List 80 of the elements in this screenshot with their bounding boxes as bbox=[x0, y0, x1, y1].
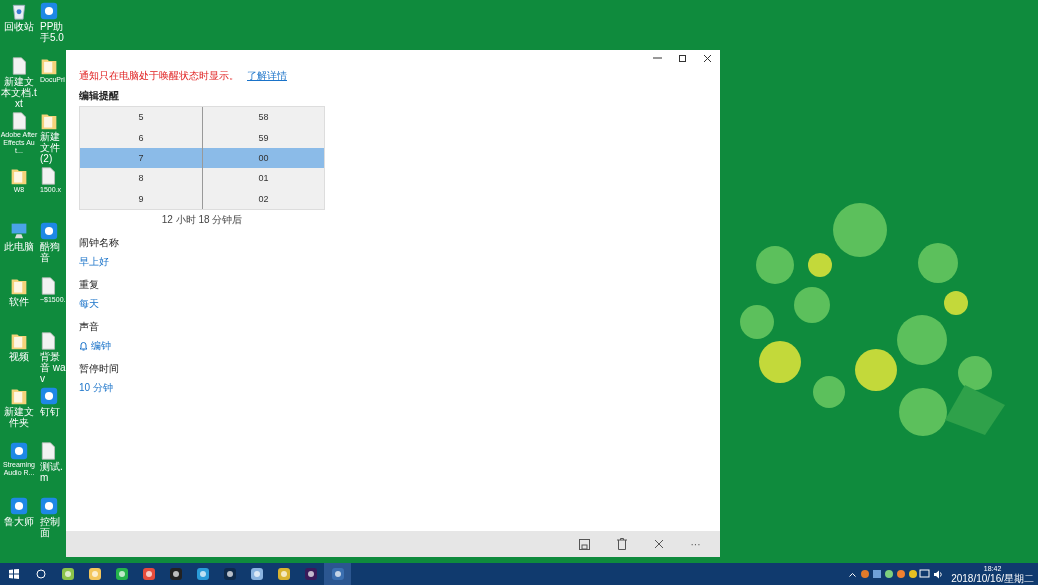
field-label: 声音 bbox=[79, 320, 99, 334]
icon-label: 控制面 bbox=[40, 516, 61, 538]
file-icon bbox=[40, 442, 56, 460]
field-value-link[interactable]: 早上好 bbox=[79, 255, 109, 269]
app-icon bbox=[142, 568, 155, 580]
icon-label: 背景音 wav bbox=[40, 351, 66, 384]
more-button[interactable]: ··· bbox=[677, 531, 714, 557]
minute-option[interactable]: 58 bbox=[203, 107, 324, 128]
app-icon bbox=[304, 568, 317, 580]
icon-label: 软件 bbox=[8, 296, 30, 307]
icon-label: 酷狗音 bbox=[40, 241, 61, 263]
field-value-link[interactable]: 每天 bbox=[79, 297, 99, 311]
app-icon bbox=[169, 568, 182, 580]
icon-label: PP助手5.0 bbox=[40, 21, 65, 43]
app-icon bbox=[40, 222, 58, 240]
app-icon bbox=[40, 387, 58, 405]
folder-icon bbox=[40, 57, 58, 75]
countdown-text: 12 小时 18 分钟后 bbox=[160, 213, 244, 227]
minute-option[interactable]: 00 bbox=[203, 147, 324, 169]
minute-option[interactable]: 01 bbox=[203, 168, 324, 189]
caret-icon[interactable] bbox=[849, 571, 857, 577]
app-icon bbox=[223, 568, 236, 580]
app-icon bbox=[277, 568, 290, 580]
section-title: 编辑提醒 bbox=[79, 89, 119, 103]
field-label: 暂停时间 bbox=[79, 362, 119, 376]
volume-icon[interactable] bbox=[934, 569, 944, 579]
minute-option[interactable]: 59 bbox=[203, 127, 324, 148]
app-icon bbox=[196, 568, 209, 580]
trash-icon bbox=[616, 538, 627, 550]
bell-icon bbox=[79, 341, 88, 351]
icon-label: 鲁大师 bbox=[3, 516, 35, 527]
time-picker[interactable]: 5 6 7 8 9 58 59 00 01 02 bbox=[79, 106, 325, 210]
hour-option[interactable]: 6 bbox=[80, 127, 202, 148]
folder-icon bbox=[40, 112, 58, 130]
computer-icon bbox=[10, 222, 28, 240]
app-icon bbox=[40, 2, 58, 20]
clock-date[interactable]: 2018/10/16/星期二 bbox=[951, 574, 1034, 584]
app-icon bbox=[61, 568, 74, 580]
search-icon[interactable] bbox=[35, 569, 46, 579]
hour-option[interactable]: 8 bbox=[80, 168, 202, 189]
field-value-link[interactable]: 编钟 bbox=[91, 339, 111, 353]
minute-option[interactable]: 02 bbox=[203, 188, 324, 210]
save-icon bbox=[579, 538, 590, 550]
folder-icon bbox=[10, 387, 28, 405]
icon-label: 钉钉 bbox=[40, 406, 61, 417]
file-icon bbox=[11, 57, 27, 75]
app-icon bbox=[115, 568, 128, 580]
folder-icon bbox=[10, 277, 28, 295]
icon-label: 新建文件夹 bbox=[3, 406, 35, 428]
recycle-bin-icon bbox=[10, 2, 28, 20]
hour-option[interactable]: 7 bbox=[80, 147, 202, 169]
folder-icon bbox=[10, 167, 28, 185]
file-icon bbox=[40, 332, 56, 350]
hour-option[interactable]: 5 bbox=[80, 107, 202, 128]
file-icon bbox=[40, 167, 56, 185]
app-icon bbox=[331, 568, 344, 580]
file-icon bbox=[11, 112, 27, 130]
app-icon bbox=[88, 568, 101, 580]
field-label: 闹钟名称 bbox=[79, 236, 119, 250]
app-icon bbox=[10, 442, 28, 460]
icon-label: 视频 bbox=[8, 351, 30, 362]
hour-option[interactable]: 9 bbox=[80, 188, 202, 210]
start-icon[interactable] bbox=[8, 569, 19, 579]
icon-label: 新建文件 (2) bbox=[40, 131, 61, 164]
learn-more-link[interactable]: 了解详情 bbox=[247, 70, 287, 81]
folder-icon bbox=[10, 332, 28, 350]
field-value-link[interactable]: 10 分钟 bbox=[79, 381, 113, 395]
close-icon bbox=[653, 539, 664, 549]
app-icon bbox=[10, 497, 28, 515]
taskbar-app-button[interactable] bbox=[324, 563, 351, 585]
icon-label: 新建文本文档.txt bbox=[0, 76, 38, 109]
icon-label: 回收站 bbox=[3, 21, 35, 32]
notice-text: 通知只在电脑处于唤醒状态时显示。 了解详情 bbox=[79, 69, 287, 83]
app-icon bbox=[250, 568, 263, 580]
file-icon bbox=[40, 277, 56, 295]
icon-label: 此电脑 bbox=[3, 241, 35, 252]
field-label: 重复 bbox=[79, 278, 99, 292]
app-icon bbox=[40, 497, 58, 515]
icon-label: 测试.m bbox=[40, 461, 64, 483]
tray-icons-drawing[interactable] bbox=[860, 569, 931, 579]
